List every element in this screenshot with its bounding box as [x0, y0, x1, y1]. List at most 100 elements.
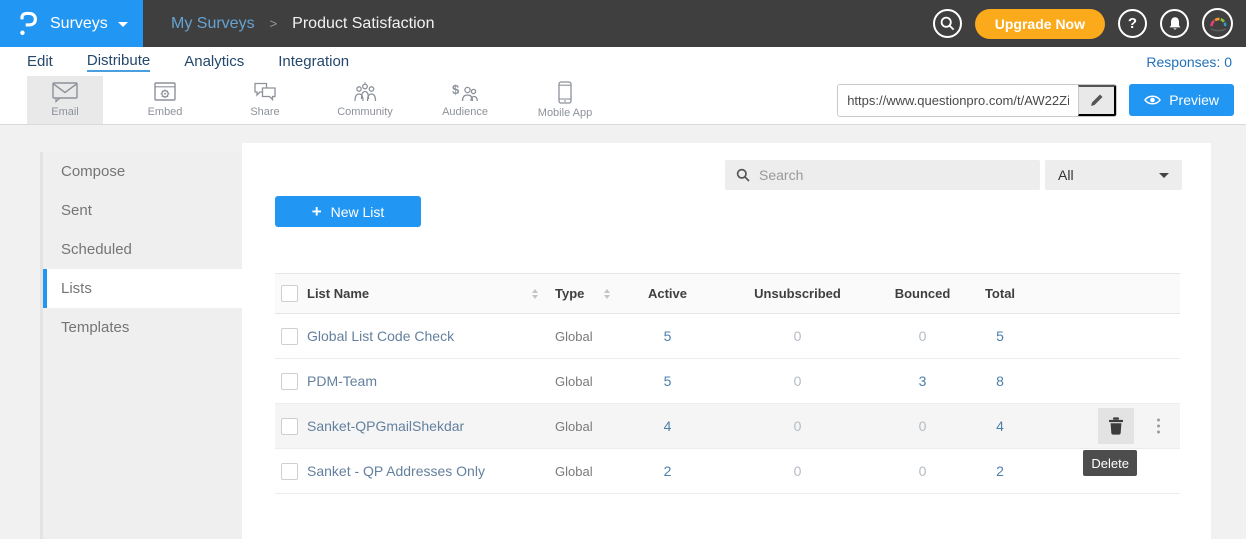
community-icon [352, 82, 378, 103]
channel-audience[interactable]: $ Audience [427, 76, 503, 124]
row-checkbox[interactable] [281, 418, 298, 435]
list-name-link[interactable]: Sanket - QP Addresses Only [307, 463, 540, 479]
sidebar-item-sent[interactable]: Sent [43, 191, 242, 230]
bounced-count[interactable]: 0 [890, 418, 955, 434]
embed-icon [154, 82, 177, 103]
sort-icon[interactable] [604, 289, 610, 299]
unsubscribed-count[interactable]: 0 [705, 328, 890, 344]
breadcrumb: My Surveys > Product Satisfaction [171, 15, 434, 33]
channel-toolbar: Email Embed Share Community $ Audience [0, 76, 1246, 125]
list-type: Global [540, 374, 630, 389]
unsubscribed-count[interactable]: 0 [705, 463, 890, 479]
breadcrumb-current-survey: Product Satisfaction [292, 15, 434, 33]
preview-button[interactable]: Preview [1129, 84, 1234, 116]
list-name-link[interactable]: Sanket-QPGmailShekdar [307, 418, 540, 434]
unsubscribed-count[interactable]: 0 [705, 373, 890, 389]
product-switcher[interactable]: Surveys [0, 0, 143, 47]
chevron-down-icon [1159, 173, 1169, 178]
column-header-list-name[interactable]: List Name [307, 286, 369, 301]
row-checkbox[interactable] [281, 373, 298, 390]
avatar-gauge-icon [1206, 12, 1230, 36]
total-count[interactable]: 2 [955, 463, 1045, 479]
channel-label: Audience [442, 106, 488, 118]
active-count[interactable]: 5 [630, 328, 705, 344]
sort-icon[interactable] [532, 289, 538, 299]
account-menu-button[interactable] [1202, 8, 1233, 39]
column-header-unsubscribed: Unsubscribed [705, 286, 890, 301]
table-row: PDM-Team Global 5 0 3 8 [275, 359, 1180, 404]
channel-community[interactable]: Community [327, 76, 403, 124]
lists-panel: All + New List List Name Type Active Uns… [242, 143, 1211, 539]
list-name-link[interactable]: Global List Code Check [307, 328, 540, 344]
channel-email[interactable]: Email [27, 76, 103, 124]
search-icon [736, 168, 750, 182]
table-row: Global List Code Check Global 5 0 0 5 [275, 314, 1180, 359]
trash-icon [1108, 417, 1124, 435]
tab-distribute[interactable]: Distribute [87, 52, 150, 72]
channel-embed[interactable]: Embed [127, 76, 203, 124]
channel-label: Mobile App [538, 107, 592, 119]
channel-mobile-app[interactable]: Mobile App [527, 76, 603, 124]
list-type: Global [540, 464, 630, 479]
select-all-checkbox[interactable] [281, 285, 298, 302]
delete-list-button[interactable] [1098, 408, 1134, 444]
survey-url-box [837, 84, 1117, 117]
sidebar-item-templates[interactable]: Templates [43, 308, 242, 347]
table-row-hovered: Sanket-QPGmailShekdar Global 4 0 0 4 Del… [275, 404, 1180, 449]
row-checkbox[interactable] [281, 463, 298, 480]
new-list-button[interactable]: + New List [275, 196, 421, 227]
email-sidebar: Compose Sent Scheduled Lists Templates [40, 152, 242, 539]
tab-integration[interactable]: Integration [278, 53, 349, 71]
total-count[interactable]: 4 [955, 418, 1045, 434]
upgrade-now-button[interactable]: Upgrade Now [975, 9, 1105, 39]
edit-url-button[interactable] [1078, 85, 1116, 116]
channel-label: Email [51, 106, 79, 118]
chevron-down-icon [118, 22, 128, 27]
eye-icon [1144, 94, 1161, 106]
bounced-count[interactable]: 3 [890, 373, 955, 389]
bounced-count[interactable]: 0 [890, 328, 955, 344]
help-button[interactable]: ? [1118, 9, 1147, 38]
survey-url-input[interactable] [838, 85, 1078, 116]
notifications-button[interactable] [1160, 9, 1189, 38]
active-count[interactable]: 5 [630, 373, 705, 389]
survey-nav: Edit Distribute Analytics Integration Re… [0, 47, 1246, 76]
active-count[interactable]: 2 [630, 463, 705, 479]
list-type: Global [540, 329, 630, 344]
bell-icon [1168, 16, 1182, 32]
column-header-bounced: Bounced [890, 286, 955, 301]
channel-share[interactable]: Share [227, 76, 303, 124]
app-window: Surveys My Surveys > Product Satisfactio… [0, 0, 1246, 539]
preview-label: Preview [1169, 92, 1219, 108]
total-count[interactable]: 5 [955, 328, 1045, 344]
table-header-row: List Name Type Active Unsubscribed Bounc… [275, 273, 1180, 314]
bounced-count[interactable]: 0 [890, 463, 955, 479]
sidebar-item-compose[interactable]: Compose [43, 152, 242, 191]
kebab-menu-icon[interactable] [1153, 415, 1164, 438]
list-filter-dropdown[interactable]: All [1045, 160, 1182, 190]
search-icon [940, 16, 955, 31]
audience-icon: $ [452, 82, 478, 103]
product-label: Surveys [50, 15, 108, 33]
breadcrumb-my-surveys[interactable]: My Surveys [171, 15, 255, 33]
breadcrumb-separator: > [270, 16, 278, 31]
sidebar-item-lists[interactable]: Lists [43, 269, 242, 308]
search-button[interactable] [933, 9, 962, 38]
tab-analytics[interactable]: Analytics [184, 53, 244, 71]
column-header-type[interactable]: Type [555, 286, 584, 301]
filter-selected-value: All [1058, 167, 1074, 183]
list-name-link[interactable]: PDM-Team [307, 373, 540, 389]
active-count[interactable]: 4 [630, 418, 705, 434]
column-header-total: Total [955, 286, 1045, 301]
row-checkbox[interactable] [281, 328, 298, 345]
share-icon [253, 82, 277, 103]
unsubscribed-count[interactable]: 0 [705, 418, 890, 434]
total-count[interactable]: 8 [955, 373, 1045, 389]
sidebar-item-scheduled[interactable]: Scheduled [43, 230, 242, 269]
channel-label: Share [250, 106, 279, 118]
table-row: Sanket - QP Addresses Only Global 2 0 0 … [275, 449, 1180, 494]
plus-icon: + [312, 203, 322, 220]
search-input[interactable] [759, 167, 1029, 183]
tab-edit[interactable]: Edit [27, 53, 53, 71]
responses-count[interactable]: Responses: 0 [1146, 54, 1232, 70]
